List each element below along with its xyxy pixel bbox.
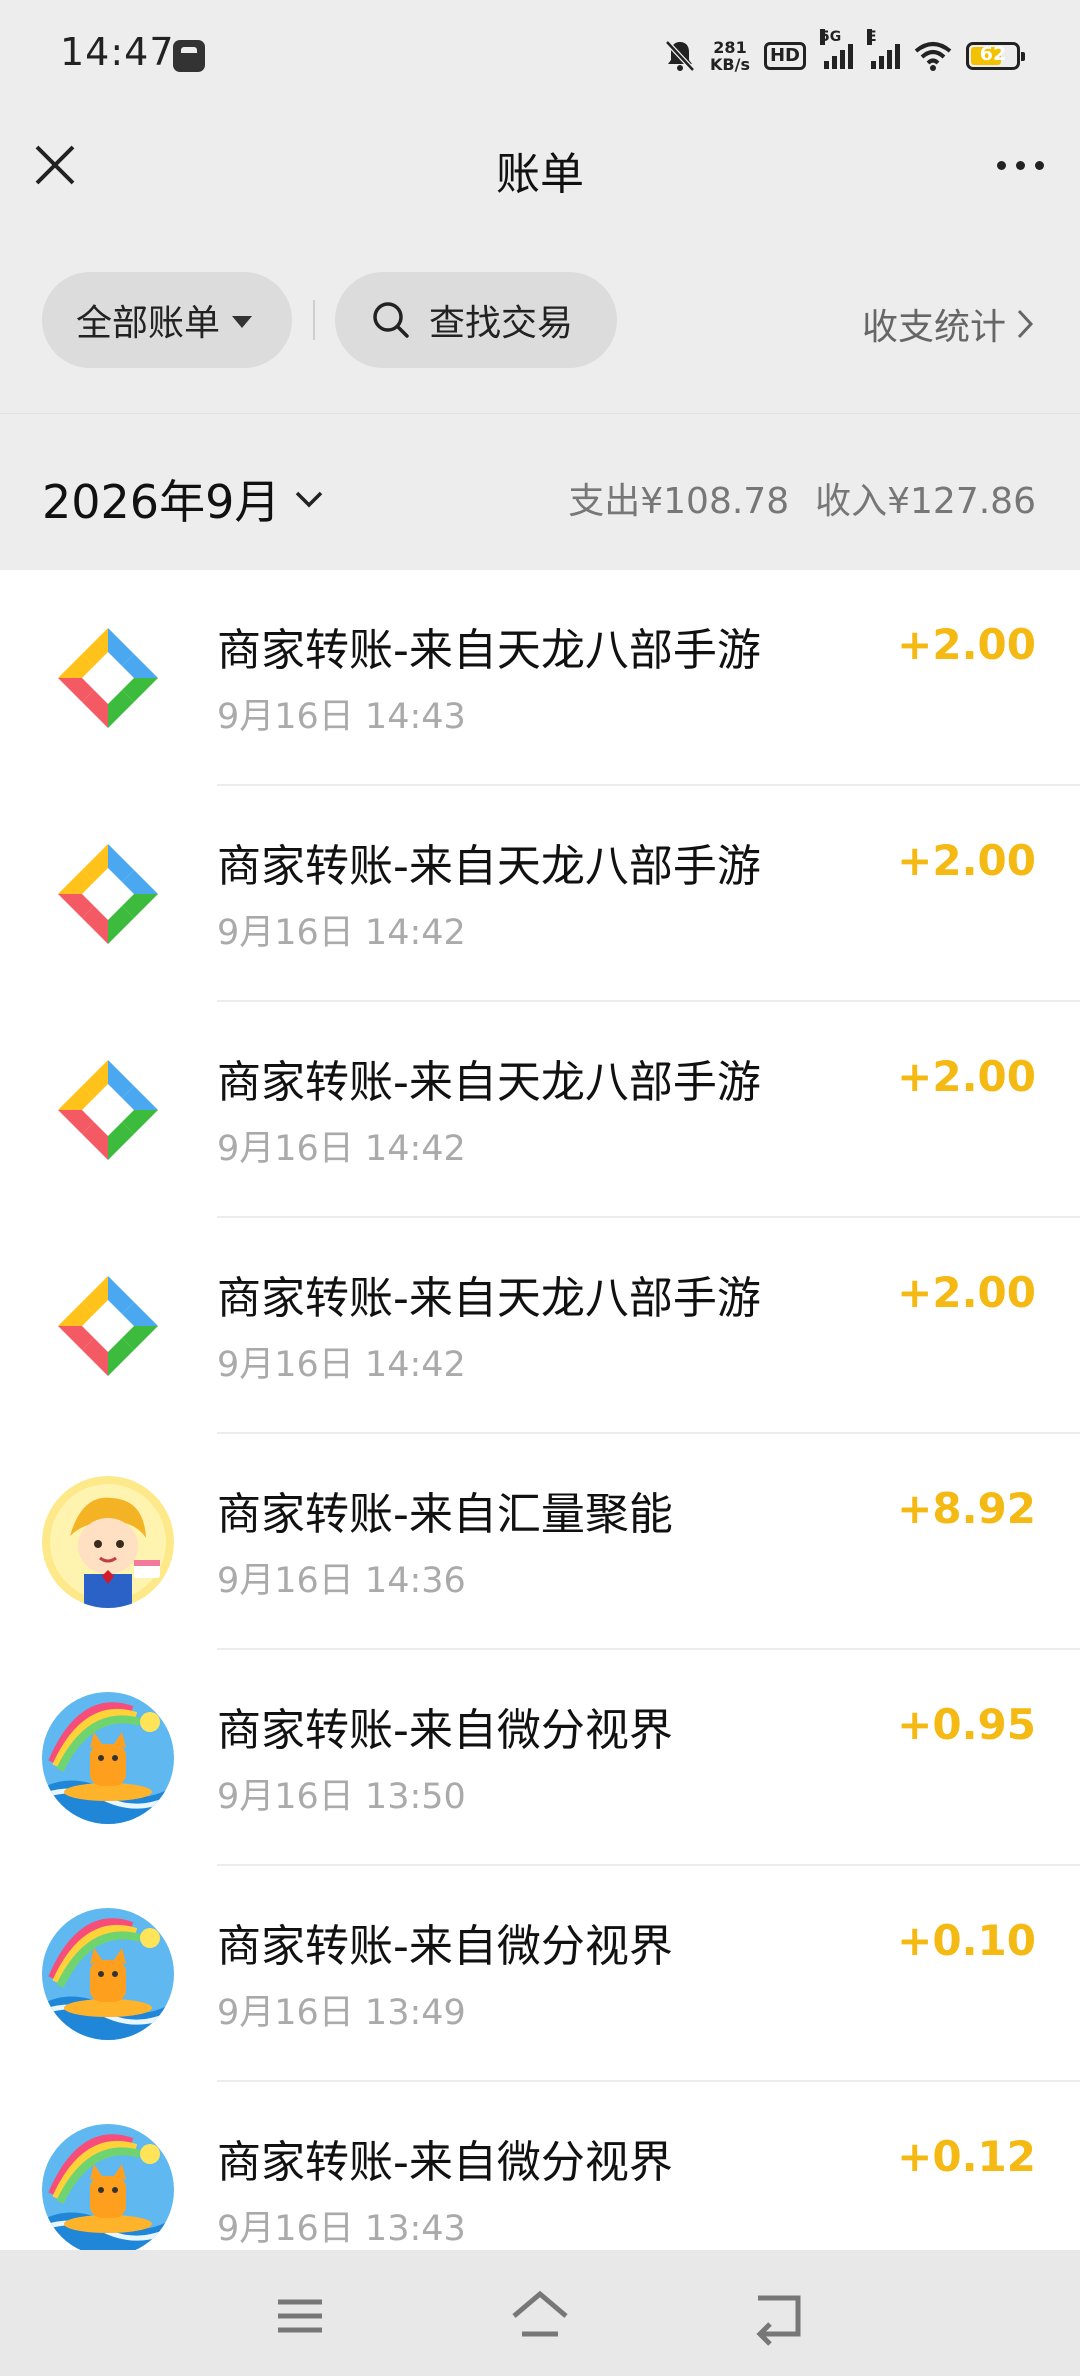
transaction-amount: +2.00 bbox=[897, 1268, 1036, 1317]
system-nav-bar bbox=[0, 2250, 1080, 2376]
stats-link[interactable]: 收支统计 bbox=[862, 298, 1034, 350]
surfing-cat-avatar bbox=[42, 1692, 174, 1824]
transaction-amount: +2.00 bbox=[897, 836, 1036, 885]
transaction-time: 9月16日 13:50 bbox=[217, 1777, 466, 1817]
transaction-time: 9月16日 14:42 bbox=[217, 1129, 466, 1169]
signal-5g-icon: 5G bbox=[820, 29, 853, 69]
page-title: 账单 bbox=[496, 149, 584, 200]
net-speed: 281 KB/s bbox=[710, 38, 750, 74]
transaction-title: 商家转账-来自微分视界 bbox=[217, 1921, 673, 1972]
transaction-row[interactable]: 商家转账-来自天龙八部手游 9月16日 14:43 +2.00 bbox=[0, 570, 1080, 786]
month-totals: 支出¥108.78 收入¥127.86 bbox=[568, 472, 1036, 524]
transaction-amount: +0.95 bbox=[897, 1700, 1036, 1749]
divider bbox=[313, 300, 315, 340]
mute-bell-icon bbox=[665, 40, 695, 72]
search-label: 查找交易 bbox=[429, 303, 574, 344]
filter-row: 全部账单 查找交易 收支统计 bbox=[0, 270, 1080, 370]
transaction-time: 9月16日 14:43 bbox=[217, 697, 466, 737]
caret-down-icon bbox=[232, 316, 253, 328]
transaction-row[interactable]: 商家转账-来自天龙八部手游 9月16日 14:42 +2.00 bbox=[0, 1002, 1080, 1218]
transaction-row[interactable]: 商家转账-来自微分视界 9月16日 13:50 +0.95 bbox=[0, 1650, 1080, 1866]
wifi-icon bbox=[914, 42, 952, 71]
search-transactions-button[interactable]: 查找交易 bbox=[335, 272, 617, 368]
transaction-amount: +0.12 bbox=[897, 2132, 1036, 2181]
pinwheel-logo-icon bbox=[42, 612, 174, 744]
transaction-time: 9月16日 14:36 bbox=[217, 1561, 466, 1601]
all-bills-label: 全部账单 bbox=[76, 303, 221, 344]
transaction-title: 商家转账-来自天龙八部手游 bbox=[217, 841, 761, 892]
pinwheel-logo-icon bbox=[42, 1260, 174, 1392]
signal-e-icon: E bbox=[867, 29, 900, 69]
transaction-title: 商家转账-来自天龙八部手游 bbox=[217, 1057, 761, 1108]
menu-icon[interactable] bbox=[270, 2286, 330, 2346]
transaction-time: 9月16日 14:42 bbox=[217, 913, 466, 953]
notification-app-icon bbox=[173, 40, 205, 72]
transaction-title: 商家转账-来自汇量聚能 bbox=[217, 1489, 673, 1540]
month-selector[interactable]: 2026年9月 bbox=[42, 466, 324, 532]
transaction-amount: +8.92 bbox=[897, 1484, 1036, 1533]
home-icon[interactable] bbox=[510, 2286, 570, 2346]
battery-icon: 62 bbox=[966, 42, 1025, 70]
pinwheel-logo-icon bbox=[42, 1044, 174, 1176]
transaction-row[interactable]: 商家转账-来自天龙八部手游 9月16日 14:42 +2.00 bbox=[0, 786, 1080, 1002]
transaction-time: 9月16日 13:43 bbox=[217, 2209, 466, 2249]
transaction-amount: +0.10 bbox=[897, 1916, 1036, 1965]
stats-label: 收支统计 bbox=[861, 307, 1006, 348]
expense-total: 支出¥108.78 bbox=[568, 481, 790, 522]
transaction-row[interactable]: 商家转账-来自天龙八部手游 9月16日 14:42 +2.00 bbox=[0, 1218, 1080, 1434]
surfing-cat-avatar bbox=[42, 2124, 174, 2256]
chevron-down-icon bbox=[296, 491, 323, 508]
month-summary-bar: 2026年9月 支出¥108.78 收入¥127.86 bbox=[0, 413, 1080, 571]
back-icon[interactable] bbox=[750, 2286, 810, 2346]
transaction-amount: +2.00 bbox=[897, 620, 1036, 669]
transaction-amount: +2.00 bbox=[897, 1052, 1036, 1101]
chevron-right-icon bbox=[1017, 309, 1034, 339]
surfing-cat-avatar bbox=[42, 1908, 174, 2040]
status-time: 14:47 bbox=[60, 30, 175, 74]
hd-volte-badge: HD bbox=[763, 42, 806, 70]
all-bills-dropdown[interactable]: 全部账单 bbox=[42, 272, 292, 368]
month-label: 2026年9月 bbox=[42, 475, 281, 529]
income-total: 收入¥127.86 bbox=[815, 481, 1036, 522]
transaction-title: 商家转账-来自微分视界 bbox=[217, 2137, 673, 2188]
pinwheel-logo-icon bbox=[42, 828, 174, 960]
cartoon-boy-avatar bbox=[42, 1476, 174, 1608]
transaction-row[interactable]: 商家转账-来自微分视界 9月16日 13:49 +0.10 bbox=[0, 1866, 1080, 2082]
more-options-icon[interactable] bbox=[990, 140, 1050, 190]
search-icon bbox=[373, 302, 409, 338]
transaction-title: 商家转账-来自微分视界 bbox=[217, 1705, 673, 1756]
transaction-time: 9月16日 14:42 bbox=[217, 1345, 466, 1385]
nav-bar: 账单 bbox=[0, 110, 1080, 220]
transaction-title: 商家转账-来自天龙八部手游 bbox=[217, 1273, 761, 1324]
transaction-row[interactable]: 商家转账-来自汇量聚能 9月16日 14:36 +8.92 bbox=[0, 1434, 1080, 1650]
transaction-list: 商家转账-来自天龙八部手游 9月16日 14:43 +2.00 商家转账-来自天龙八部… bbox=[0, 570, 1080, 2298]
transaction-title: 商家转账-来自天龙八部手游 bbox=[217, 625, 761, 676]
transaction-time: 9月16日 13:49 bbox=[217, 1993, 466, 2033]
status-bar: 14:47 281 KB/s HD 5G E 62 bbox=[0, 0, 1080, 110]
